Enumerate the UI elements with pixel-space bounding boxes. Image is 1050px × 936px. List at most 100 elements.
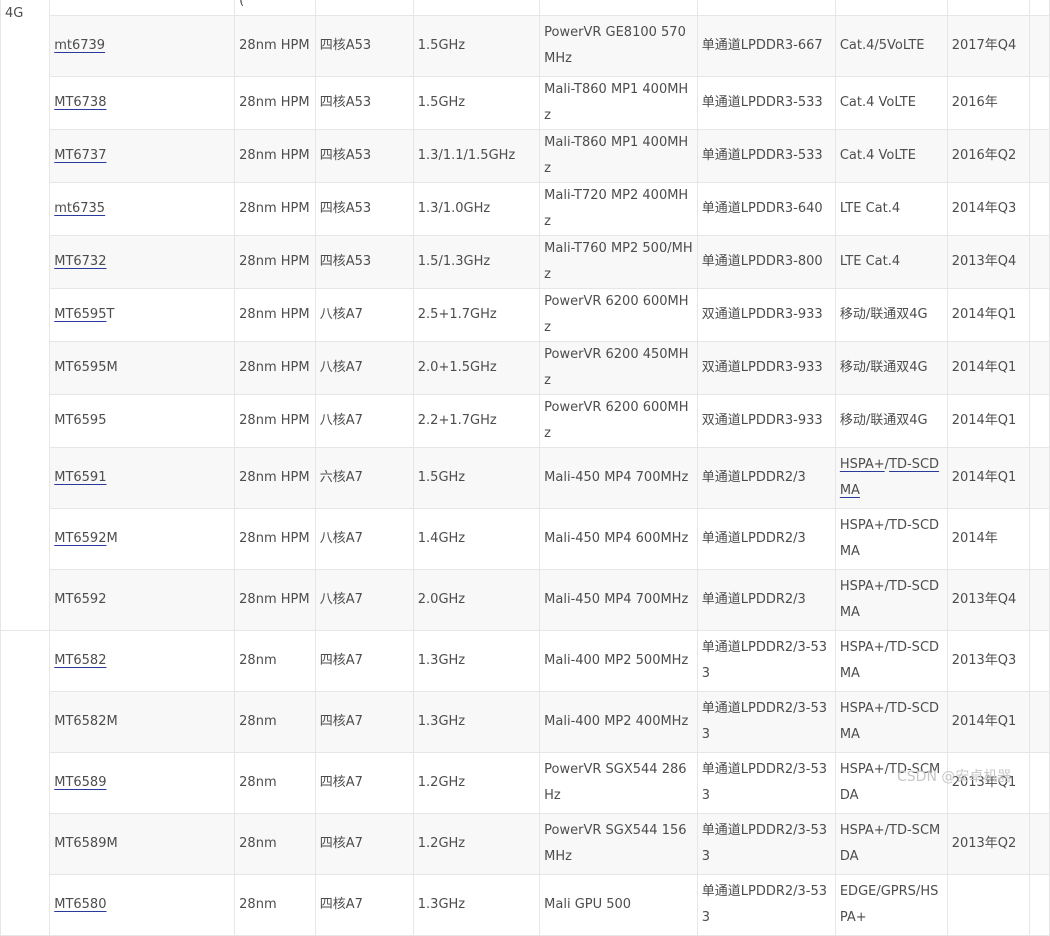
cell-gpu: Mali-450 MP4 700MHz [539,569,698,631]
freq-text: 2.2+1.7GHz [417,413,497,428]
model-link[interactable]: MT6589 [54,775,106,790]
network-text: EDGE/GPRS/HSPA+ [839,884,939,925]
date-text: 2013年Q3 [951,653,1017,668]
memory-text: 双通道LPDDR3-933 [701,360,823,375]
cell-freq: 1.2GHz [412,752,541,814]
model-link[interactable]: MT6732 [54,254,106,269]
memory-text: 单通道LPDDR2/3-533 [701,884,828,925]
table-row: MT6591 28nm HPM 六核A7 1.5GHz Mali-450 MP4 700… [1,447,1050,509]
table-row: MT6737 28nm HPM 四核A53 1.3/1.1/1.5GHz Mali-T8… [1,129,1050,183]
cell-freq: 2.0+1.5GHz [412,341,541,395]
network-link[interactable]: HSPA+ [840,457,885,472]
cell-date [946,874,1031,936]
cell-process: 28nm [234,691,316,753]
cell-date: 2014年Q3 [946,182,1031,236]
model-link[interactable]: MT6595 [54,307,106,322]
cell-extra [1029,15,1050,77]
cell-memory: 单通道LPDDR3-667 [696,15,836,77]
network-text: HSPA+/TD-SCDMA [839,640,940,681]
table-row: MT6589M 28nm 四核A7 1.2GHz PowerVR SGX544 156M… [1,813,1050,875]
date-text: 2014年Q1 [951,413,1017,428]
table-row: MT6595T 28nm HPM 八核A7 2.5+1.7GHz PowerVR 620… [1,288,1050,342]
memory-text: 单通道LPDDR3-640 [701,201,823,216]
model-link[interactable]: mt6739 [54,38,105,53]
date-text: 2013年Q2 [951,836,1017,851]
group-cell-3g [0,630,51,936]
memory-text: 双通道LPDDR3-933 [701,413,823,428]
gpu-text: Mali-450 MP4 700MHz [544,470,689,485]
cell-gpu: PowerVR 6200 600MHz [539,288,698,342]
model-text: MT6589M [54,836,118,851]
cell-extra [1029,508,1050,570]
model-link[interactable]: MT6737 [54,148,106,163]
cell-date: 2014年Q1 [946,394,1031,448]
freq-text: 1.4GHz [417,531,466,546]
model-link[interactable]: MT6580 [54,897,106,912]
cell-memory: 单通道LPDDR3-640 [696,182,836,236]
cell-process: 28nm HPM [234,447,316,509]
process-text: 28nm HPM [239,592,310,607]
model-text: MT6582M [54,714,118,729]
table-row: MT6592 28nm HPM 八核A7 2.0GHz Mali-450 MP4 700… [1,569,1050,631]
cell-process: 28nm HPM [234,76,316,130]
memory-text: 单通道LPDDR3-800 [701,254,823,269]
model-link[interactable]: mt6735 [54,201,105,216]
cell-date: 2014年Q1 [946,447,1031,509]
model-link[interactable]: MT6591 [54,470,106,485]
cpu-text: 六核A7 [319,470,363,485]
network-text: HSPA+/TD-SCMDA [839,823,941,864]
cell-network: Cat.4/5VoLTE [834,15,948,77]
cell-cpu: 四核A7 [314,813,414,875]
process-text: 28nm HPM [239,148,310,163]
memory-text: 单通道LPDDR2/3-533 [701,823,828,864]
gpu-text: Mali-400 MP2 400MHz [544,714,689,729]
cpu-text: 四核A7 [319,836,363,851]
watermark: CSDN @安卓机器 [897,769,1012,785]
memory-text: 单通道LPDDR2/3 [701,531,806,546]
model-link[interactable]: MT6738 [54,95,106,110]
date-text: 2014年 [951,531,998,546]
network-text: 移动/联通双4G [839,360,928,375]
cell-gpu: Mali-400 MP2 400MHz [539,691,698,753]
model-link[interactable]: MT6592 [54,531,106,546]
freq-text: 2.0+1.5GHz [417,360,497,375]
freq-text: 1.5GHz [417,95,466,110]
cell-freq: 1.5GHz [412,15,541,77]
cell-process: 28nm HPM [234,288,316,342]
cell-date: 2013年Q2 [946,813,1031,875]
cell-memory: 单通道LPDDR2/3-533 [696,752,836,814]
process-text: 28nm [239,836,277,851]
cell-date: 2014年Q1 [946,288,1031,342]
network-text: HSPA+/TD-SCDMA [839,579,940,620]
cell-freq: 1.3GHz [412,691,541,753]
cell-gpu: Mali-T860 MP1 400MHz [539,129,698,183]
gpu-text: PowerVR 6200 600MHz [544,400,689,441]
gpu-text: PowerVR GE8100 570MHz [544,25,686,66]
gpu-text: Mali-T860 MP1 400MHz [544,82,689,123]
cpu-text: 四核A53 [319,254,372,269]
cell-network: LTE Cat.4 [834,182,948,236]
date-text: 2014年Q1 [951,307,1017,322]
gpu-text: Mali-450 MP4 600MHz [544,531,689,546]
memory-text: 单通道LPDDR3-667 [701,38,823,53]
network-text: LTE Cat.4 [839,254,901,269]
cell-date: 2016年Q2 [946,129,1031,183]
cell-model: MT6732 [49,235,236,289]
model-link[interactable]: MT6582 [54,653,106,668]
cell-network: 移动/联通双4G [834,394,948,448]
cell-model: MT6582M [49,691,236,753]
cell-process: 28nm HPM [234,394,316,448]
cell-network [834,0,948,16]
cell-cpu: 四核A53 [314,129,414,183]
cell-date: 2013年Q4 [946,569,1031,631]
cell-extra [1029,813,1050,875]
cell-date: 2014年Q1 [946,691,1031,753]
cell-process: 28nm [234,630,316,692]
cpu-text: 八核A7 [319,531,363,546]
cell-freq: 1.2GHz [412,813,541,875]
cell-extra [1029,752,1050,814]
freq-text: 1.2GHz [417,836,466,851]
cpu-text: 四核A53 [319,201,372,216]
cell-gpu: PowerVR 6200 450MHz [539,341,698,395]
cell-freq: 2.2+1.7GHz [412,394,541,448]
